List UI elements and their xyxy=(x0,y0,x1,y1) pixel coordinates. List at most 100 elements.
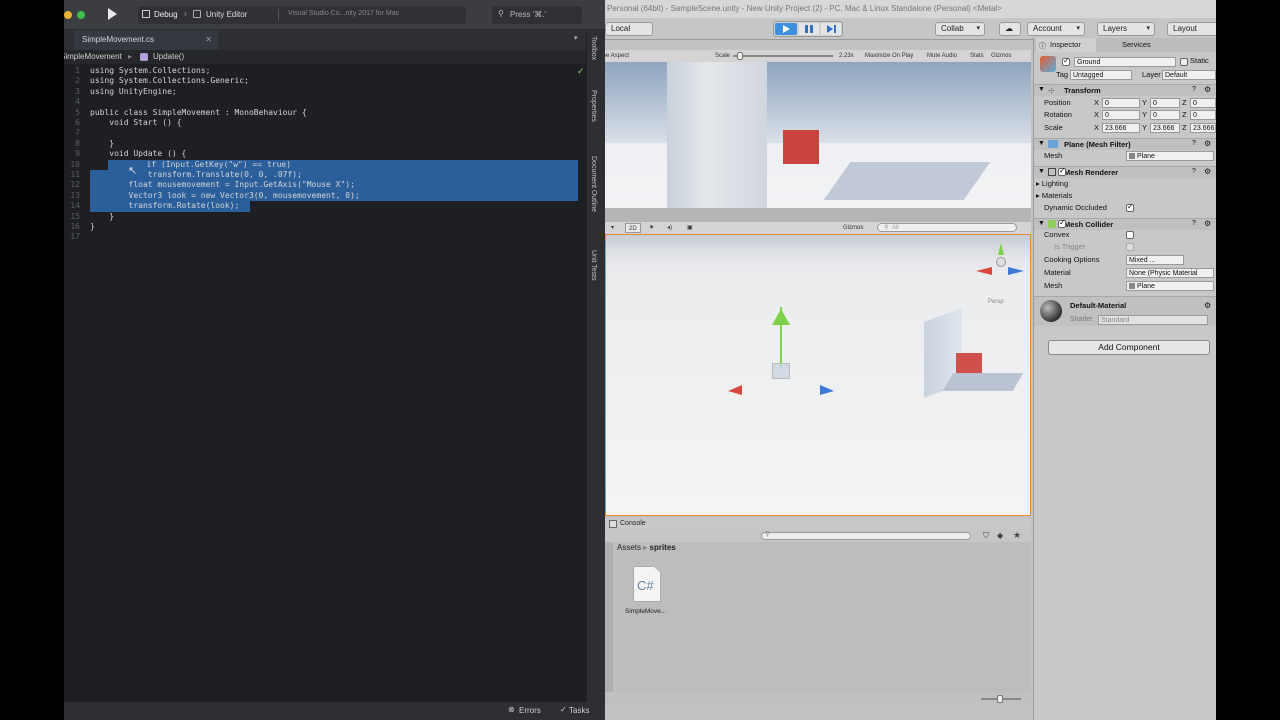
rotation-y-field[interactable]: 0 xyxy=(1150,110,1180,120)
position-x-field[interactable]: 0 xyxy=(1102,98,1140,108)
scene-gizmos-dropdown[interactable]: Gizmos xyxy=(843,222,863,234)
object-name-field[interactable]: Ground xyxy=(1074,57,1176,67)
rotation-x-field[interactable]: 0 xyxy=(1102,110,1140,120)
shading-dropdown[interactable]: ▾ xyxy=(611,222,614,234)
move-arrow-z-icon[interactable] xyxy=(820,385,834,395)
project-search-input[interactable]: ⚲ xyxy=(761,531,971,540)
aspect-dropdown[interactable]: Free Aspect xyxy=(605,50,629,62)
scale-slider[interactable] xyxy=(733,52,833,60)
side-tab-toolbox[interactable]: Toolbox xyxy=(590,36,597,60)
code-editor[interactable]: 1 using System.Collections; 2 using System… xyxy=(64,64,594,244)
2d-toggle[interactable]: 2D xyxy=(625,223,641,233)
side-tab-unit-tests[interactable]: Unit Tests xyxy=(590,250,597,281)
breadcrumb-sprites[interactable]: sprites xyxy=(650,543,676,552)
label-icon[interactable]: ◆ xyxy=(997,531,1003,540)
favorite-icon[interactable]: ★ xyxy=(1013,530,1021,541)
tab-overflow-icon[interactable]: ▾ xyxy=(574,34,578,42)
run-play-icon[interactable] xyxy=(108,8,117,20)
close-tab-icon[interactable]: ✕ xyxy=(205,30,212,50)
stats-toggle[interactable]: Stats xyxy=(970,50,984,62)
scene-search-input[interactable]: ⚲ All xyxy=(877,223,1017,232)
game-gizmos-toggle[interactable]: Gizmos xyxy=(991,50,1011,62)
material-name[interactable]: Default-Material xyxy=(1070,300,1126,312)
project-tree-scrollbar[interactable] xyxy=(605,542,613,706)
collab-button[interactable]: Collab ▾ xyxy=(935,22,985,36)
tab-simplemovement[interactable]: SimpleMovement.cs ✕ xyxy=(74,30,218,50)
audio-toggle-icon[interactable]: ◂) xyxy=(667,222,672,234)
position-y-field[interactable]: 0 xyxy=(1150,98,1180,108)
tab-services[interactable]: Services xyxy=(1112,38,1151,52)
cooking-options-dropdown[interactable]: Mixed ... xyxy=(1126,255,1184,265)
scene-view[interactable]: Persp xyxy=(605,234,1031,516)
effects-toggle-icon[interactable]: ▣ xyxy=(687,222,693,234)
move-arrow-x-icon[interactable] xyxy=(728,385,742,395)
collapse-arrow-icon[interactable]: ▼ xyxy=(1038,220,1045,227)
play-button[interactable] xyxy=(775,23,797,35)
breadcrumb-class[interactable]: SimpleMovement xyxy=(64,50,122,64)
settings-gear-icon[interactable]: ⚙ xyxy=(1204,139,1211,148)
settings-gear-icon[interactable]: ⚙ xyxy=(1204,219,1211,228)
dynamic-occluded-checkbox[interactable]: ✓ xyxy=(1126,202,1134,212)
console-tab[interactable]: Console xyxy=(620,518,646,530)
move-arrow-y-icon[interactable] xyxy=(772,309,790,325)
mesh-filter-header[interactable]: Plane (Mesh Filter) xyxy=(1034,138,1216,150)
icon-size-slider-handle[interactable] xyxy=(997,695,1003,703)
breadcrumb-method[interactable]: Update() xyxy=(153,50,184,64)
transform-header[interactable]: Transform xyxy=(1034,84,1216,96)
scale-z-field[interactable]: 23.666 xyxy=(1190,123,1216,133)
mesh-collider-enabled-checkbox[interactable]: ✓ xyxy=(1058,218,1066,228)
active-checkbox[interactable]: ✓ xyxy=(1062,56,1070,66)
filter-icon[interactable]: ⛉ xyxy=(983,531,989,541)
project-asset-item[interactable]: C# SimpleMove... xyxy=(625,566,669,626)
account-button[interactable]: Account ▾ xyxy=(1027,22,1085,36)
scale-slider-handle[interactable] xyxy=(737,52,743,60)
game-view[interactable] xyxy=(605,62,1031,208)
maximize-on-play-toggle[interactable]: Maximize On Play xyxy=(865,50,913,62)
settings-gear-icon[interactable]: ⚙ xyxy=(1204,301,1211,310)
settings-gear-icon[interactable]: ⚙ xyxy=(1204,85,1211,94)
config-label[interactable]: Debug xyxy=(154,10,178,19)
pivot-local-button[interactable]: Local xyxy=(605,22,653,36)
mute-audio-toggle[interactable]: Mute Audio xyxy=(927,50,957,62)
breadcrumb-assets[interactable]: Assets xyxy=(617,543,641,552)
help-icon[interactable]: ? xyxy=(1192,86,1196,93)
cloud-button[interactable]: ☁ xyxy=(999,22,1021,36)
tag-dropdown[interactable]: Untagged xyxy=(1070,70,1132,80)
shader-dropdown[interactable]: Standard xyxy=(1098,315,1208,325)
add-component-button[interactable]: Add Component xyxy=(1048,340,1210,355)
collider-material-field[interactable]: None (Physic Material xyxy=(1126,268,1214,278)
mesh-renderer-enabled-checkbox[interactable]: ✓ xyxy=(1058,166,1066,176)
errors-button[interactable]: Errors xyxy=(519,706,541,715)
mesh-field[interactable]: Plane xyxy=(1126,151,1214,161)
materials-foldout[interactable]: ▸ Materials xyxy=(1036,190,1072,202)
target-label[interactable]: Unity Editor xyxy=(206,10,247,19)
side-tab-document-outline[interactable]: Document Outline xyxy=(590,156,597,212)
rotation-z-field[interactable]: 0 xyxy=(1190,110,1216,120)
help-icon[interactable]: ? xyxy=(1192,168,1196,175)
lighting-foldout[interactable]: ▸ Lighting xyxy=(1036,178,1068,190)
collider-mesh-field[interactable]: Plane xyxy=(1126,281,1214,291)
side-tab-properties[interactable]: Properties xyxy=(590,90,597,122)
step-button[interactable] xyxy=(821,23,841,35)
collapse-arrow-icon[interactable]: ▼ xyxy=(1038,168,1045,175)
position-z-field[interactable]: 0 xyxy=(1190,98,1216,108)
zoom-window-button[interactable] xyxy=(77,11,85,19)
layer-dropdown[interactable]: Default xyxy=(1162,70,1216,80)
layout-button[interactable]: Layout▾ xyxy=(1167,22,1216,36)
scale-x-field[interactable]: 23.666 xyxy=(1102,123,1140,133)
help-icon[interactable]: ? xyxy=(1192,140,1196,147)
minimize-window-button[interactable] xyxy=(64,11,72,19)
scale-y-field[interactable]: 23.666 xyxy=(1150,123,1180,133)
orientation-gizmo[interactable]: Persp xyxy=(976,241,1026,305)
static-checkbox[interactable] xyxy=(1180,58,1188,66)
search-input[interactable]: ⚲ Press '⌘.' xyxy=(492,6,582,24)
move-handle-center[interactable] xyxy=(772,363,790,379)
help-icon[interactable]: ? xyxy=(1192,220,1196,227)
collapse-arrow-icon[interactable]: ▼ xyxy=(1038,86,1045,93)
lighting-toggle-icon[interactable]: ✷ xyxy=(649,222,654,234)
convex-checkbox[interactable] xyxy=(1126,231,1134,239)
pause-button[interactable] xyxy=(799,23,819,35)
tasks-button[interactable]: Tasks xyxy=(569,706,589,715)
collapse-arrow-icon[interactable]: ▼ xyxy=(1038,140,1045,147)
settings-gear-icon[interactable]: ⚙ xyxy=(1204,167,1211,176)
